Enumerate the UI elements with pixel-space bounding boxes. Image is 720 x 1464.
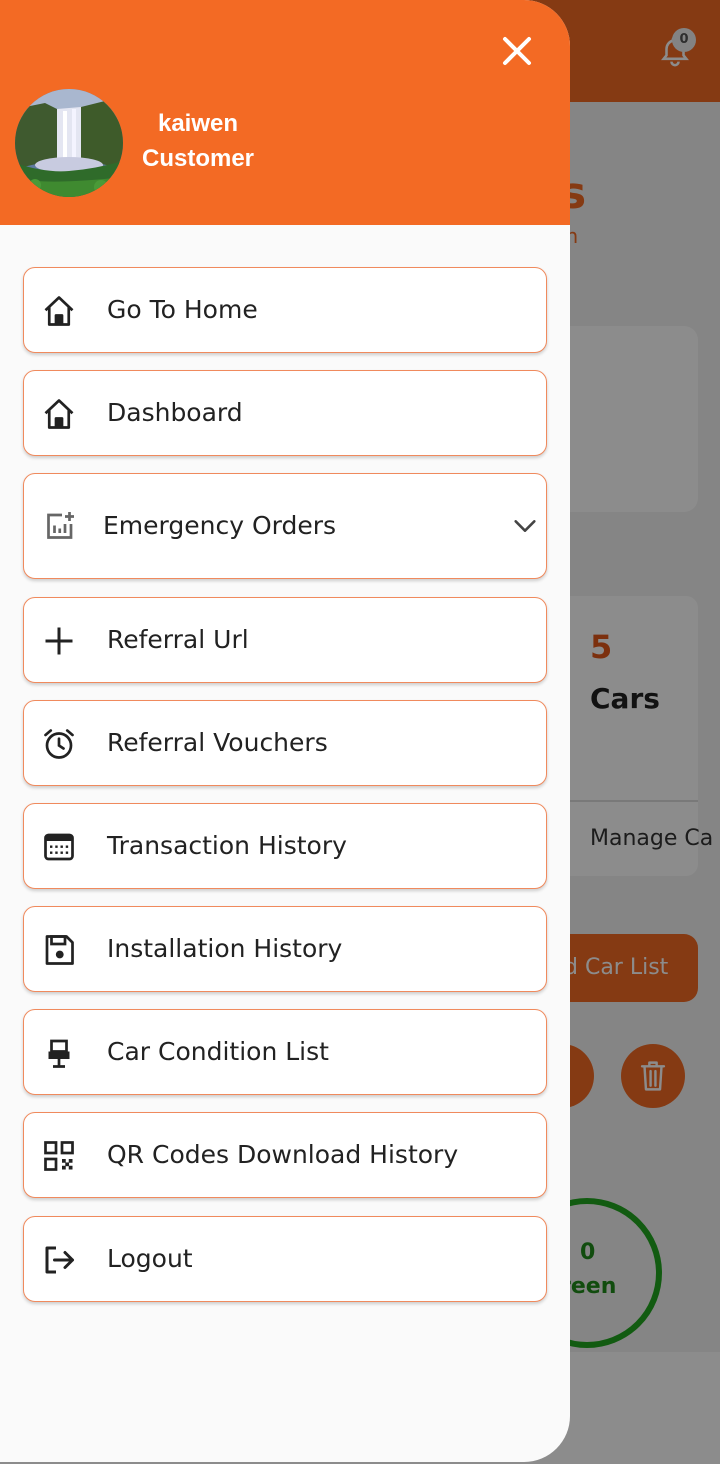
menu-item-label: Transaction History	[107, 831, 347, 860]
menu-item-label: Dashboard	[107, 398, 243, 427]
menu-item-referral-vouchers[interactable]: Referral Vouchers	[23, 700, 547, 786]
floppy-disk-icon	[45, 935, 74, 965]
menu-item-installation-history[interactable]: Installation History	[23, 906, 547, 992]
menu-item-car-condition-list[interactable]: Car Condition List	[23, 1009, 547, 1095]
plus-icon	[45, 627, 73, 655]
menu-item-dashboard[interactable]: Dashboard	[23, 370, 547, 456]
menu-item-go-home[interactable]: Go To Home	[23, 267, 547, 353]
waterfall-photo	[15, 89, 123, 197]
avatar	[15, 89, 123, 197]
user-role: Customer	[141, 145, 255, 172]
menu-item-label: QR Codes Download History	[107, 1140, 459, 1169]
home-icon	[44, 399, 74, 429]
menu-item-label: Emergency Orders	[103, 511, 337, 540]
chevron-down-icon[interactable]	[511, 512, 539, 540]
calendar-icon	[44, 833, 74, 861]
menu-item-label: Installation History	[107, 934, 343, 963]
home-icon	[44, 296, 74, 326]
menu-item-label: Logout	[107, 1244, 193, 1273]
close-icon[interactable]	[497, 31, 537, 71]
menu-item-logout[interactable]: Logout	[23, 1216, 547, 1302]
menu-item-label: Car Condition List	[107, 1037, 329, 1066]
chart-add-icon	[47, 512, 74, 539]
menu-item-qr-codes-history[interactable]: QR Codes Download History	[23, 1112, 547, 1198]
car-seat-icon	[48, 1039, 70, 1068]
alarm-clock-icon	[44, 729, 74, 759]
menu-item-label: Referral Vouchers	[107, 728, 328, 757]
menu-item-transaction-history[interactable]: Transaction History	[23, 803, 547, 889]
menu-item-referral-url[interactable]: Referral Url	[23, 597, 547, 683]
user-name: kaiwen	[157, 110, 239, 137]
menu-item-label: Go To Home	[107, 295, 258, 324]
qr-code-icon	[44, 1141, 74, 1171]
logout-icon	[45, 1246, 74, 1274]
menu-item-emergency-orders[interactable]: Emergency Orders	[23, 473, 547, 579]
navigation-drawer: kaiwen Customer Go To Home Dashboard Eme…	[0, 0, 570, 1462]
menu-item-label: Referral Url	[107, 625, 249, 654]
drawer-header: kaiwen Customer	[0, 0, 570, 225]
